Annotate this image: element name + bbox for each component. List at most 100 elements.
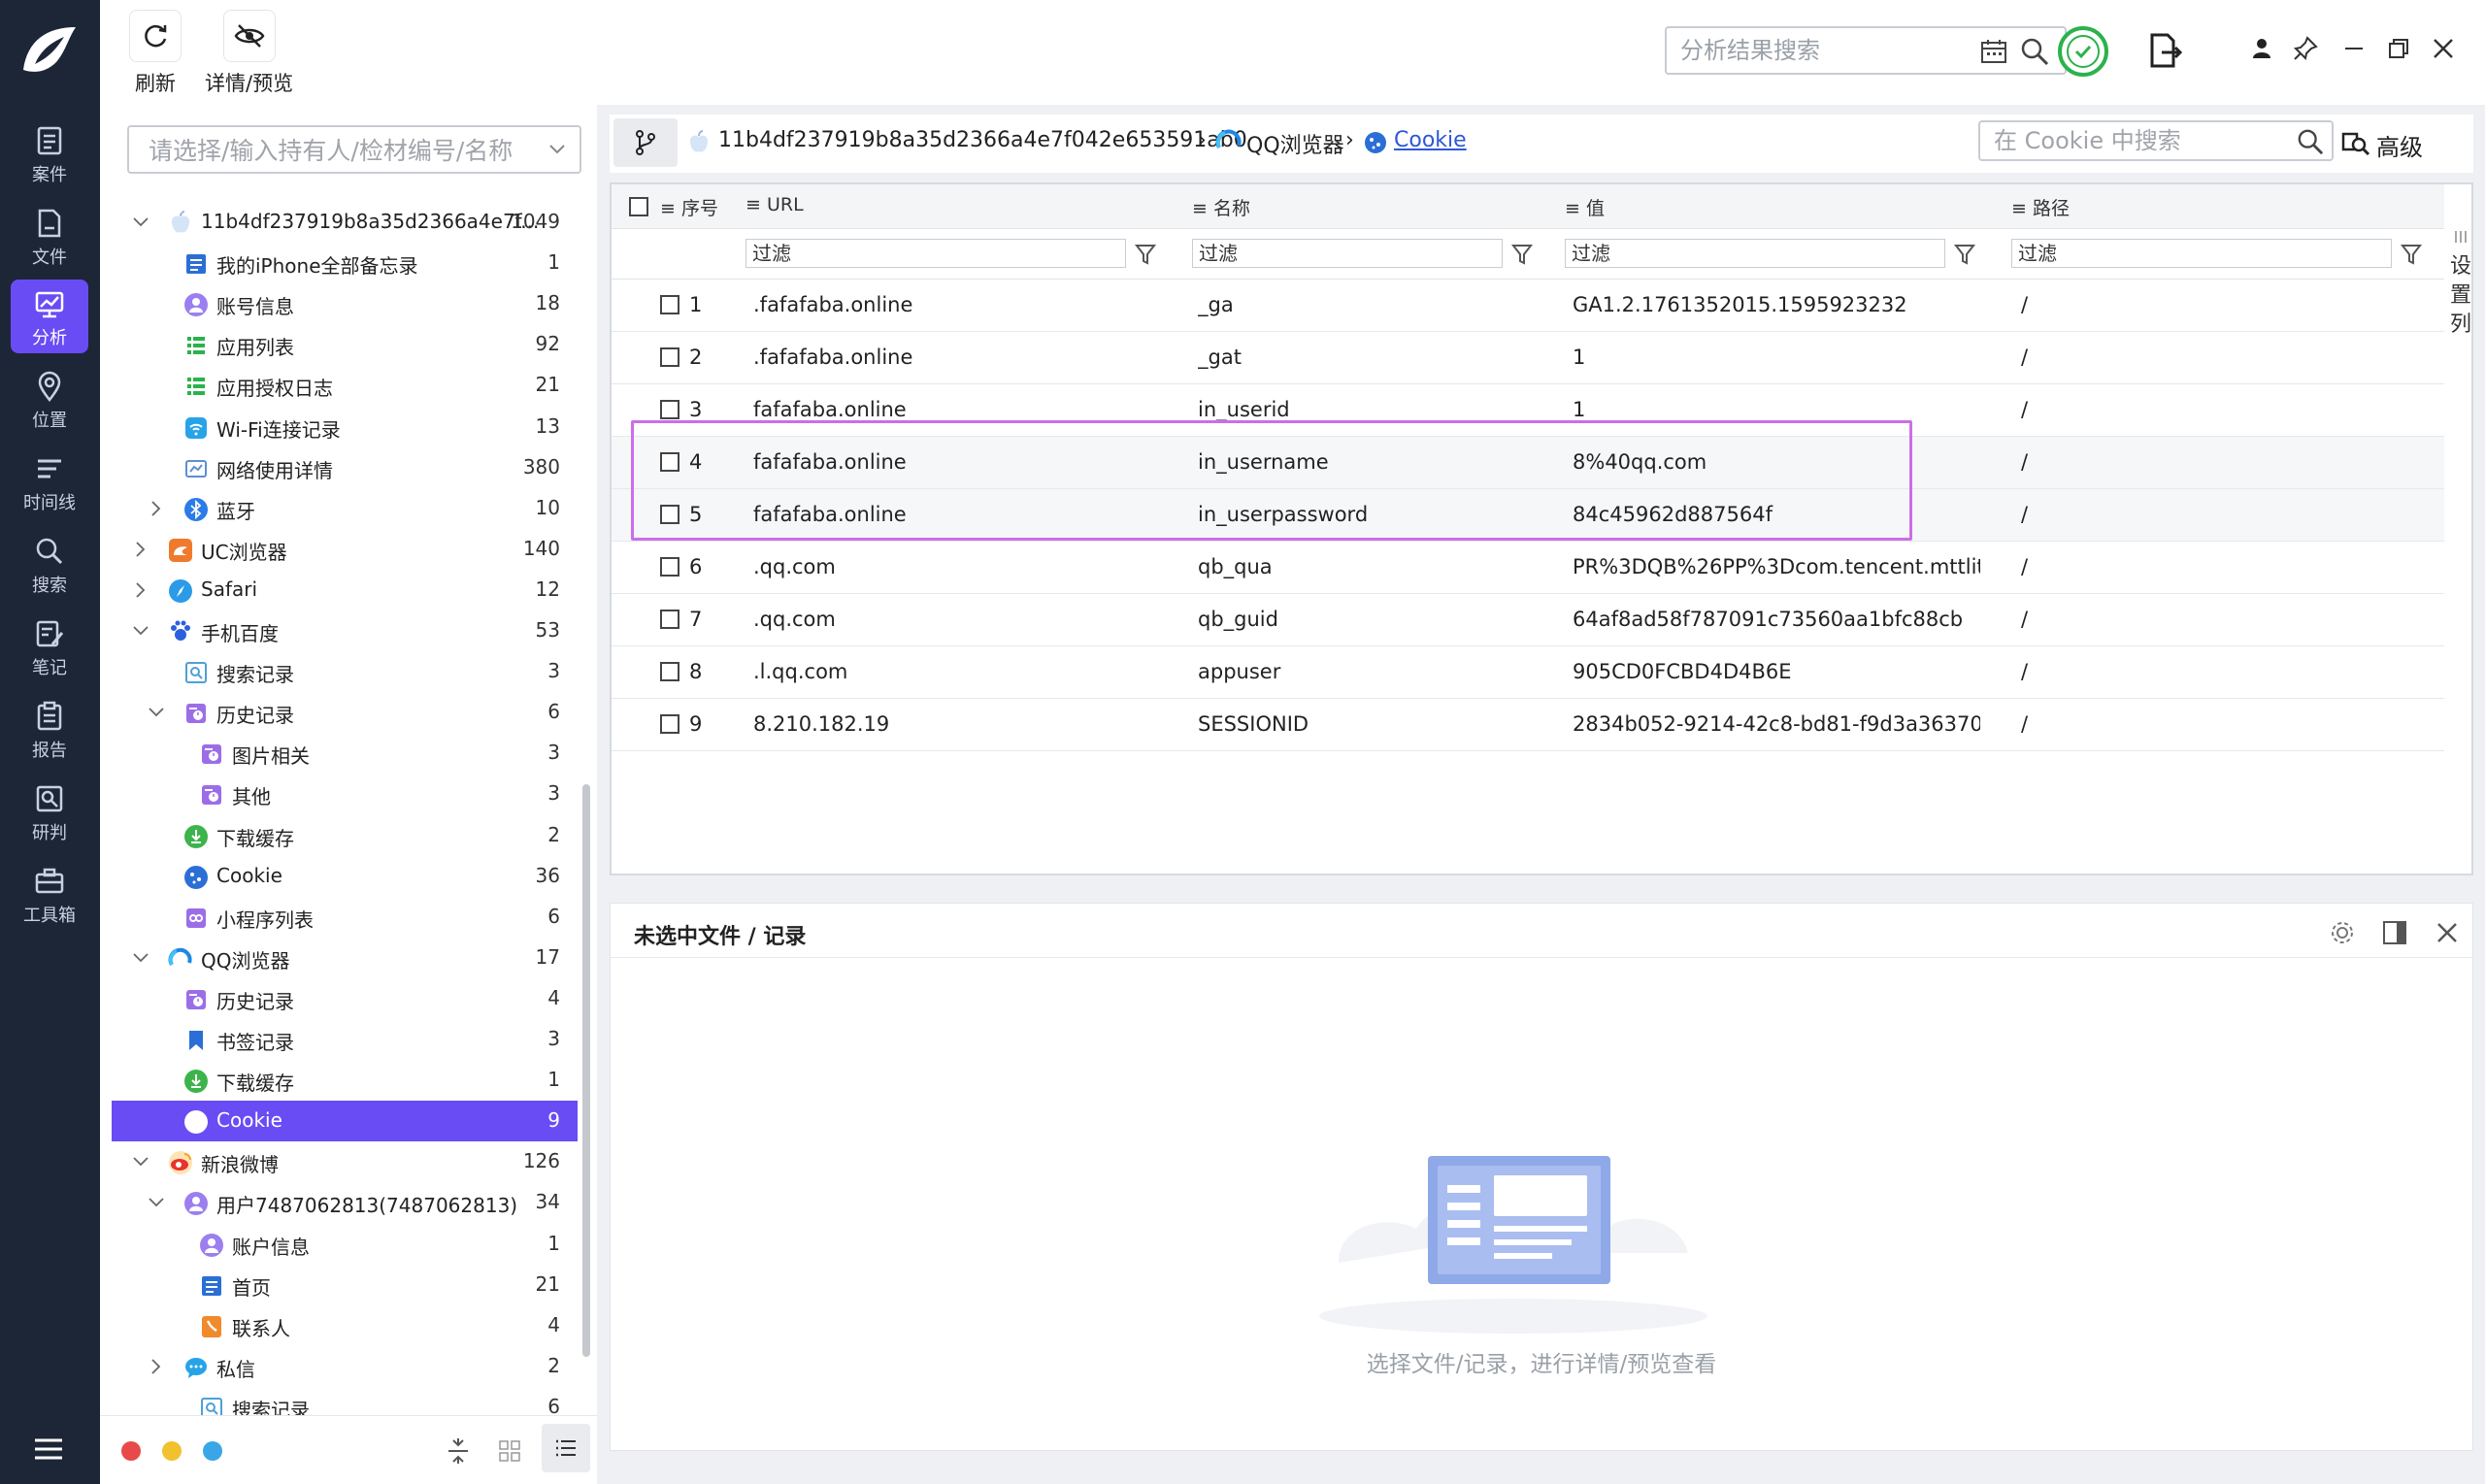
chevron-down-icon[interactable]: [131, 948, 150, 968]
nav-report[interactable]: 报告: [11, 692, 88, 766]
nav-location[interactable]: 位置: [11, 362, 88, 436]
value-filter-input[interactable]: [1566, 240, 1944, 267]
chevron-right-icon[interactable]: [147, 1357, 166, 1376]
tree-item-qq-history[interactable]: 历史记录 4: [112, 978, 578, 1019]
tree-item-memo[interactable]: 我的iPhone全部备忘录 1: [112, 243, 578, 283]
tree-item-wifi-record[interactable]: Wi-Fi连接记录 13: [112, 407, 578, 447]
nav-note[interactable]: 笔记: [11, 610, 88, 683]
preview-toggle-button[interactable]: 详情/预览: [205, 10, 293, 97]
tree-item-baidu-mini-programs[interactable]: 小程序列表 6: [112, 897, 578, 938]
red-dot[interactable]: [121, 1441, 141, 1461]
chevron-right-icon[interactable]: [147, 499, 166, 518]
tree-item-app-list[interactable]: 应用列表 92: [112, 324, 578, 365]
collapse-all-icon[interactable]: [446, 1437, 471, 1465]
breadcrumb-app[interactable]: QQ浏览器: [1246, 128, 1344, 159]
select-all-checkbox[interactable]: [629, 197, 648, 216]
tree-item-qq-cookie[interactable]: Cookie 9: [112, 1101, 578, 1142]
cookie-search-input[interactable]: [1994, 126, 2285, 155]
breadcrumb-current[interactable]: Cookie: [1394, 128, 1467, 152]
chevron-right-icon[interactable]: [131, 540, 150, 559]
shield-check-icon[interactable]: [2057, 25, 2109, 78]
gear-icon[interactable]: [2329, 919, 2356, 946]
column-name[interactable]: ≡ 名称: [1192, 194, 1250, 220]
restore-icon[interactable]: [2385, 35, 2412, 62]
grid-view-icon[interactable]: [498, 1439, 521, 1463]
refresh-button[interactable]: 刷新: [129, 10, 182, 97]
calendar-icon[interactable]: [1979, 38, 2008, 65]
path-filter-input[interactable]: [2012, 240, 2391, 267]
chevron-right-icon[interactable]: [131, 580, 150, 600]
yellow-dot[interactable]: [162, 1441, 182, 1461]
table-row[interactable]: 8 .l.qq.com appuser 905CD0FCBD4D4B6E /: [612, 646, 2444, 699]
column-path[interactable]: ≡ 路径: [2011, 194, 2070, 220]
tree-item-qq-browser[interactable]: QQ浏览器 17: [112, 938, 578, 978]
table-row[interactable]: 2 .fafafaba.online _gat 1 /: [612, 332, 2444, 384]
chevron-down-icon[interactable]: [147, 703, 166, 722]
table-row[interactable]: 7 .qq.com qb_guid 64af8ad58f787091c73560aa1…: [612, 594, 2444, 646]
minimize-icon[interactable]: [2340, 35, 2368, 62]
tree-item-app-auth-log[interactable]: 应用授权日志 21: [112, 365, 578, 406]
nav-toolbox[interactable]: 工具箱: [11, 857, 88, 931]
tree-item-device-root[interactable]: 11b4df237919b8a35d2366a4e7f... 1049: [112, 202, 578, 243]
split-panel-icon[interactable]: [2381, 919, 2408, 946]
nav-search[interactable]: 搜索: [11, 527, 88, 601]
tree-item-qq-bookmarks[interactable]: 书签记录 3: [112, 1019, 578, 1060]
filter-icon[interactable]: [1953, 243, 1976, 266]
table-row[interactable]: 9 8.210.182.19 SESSIONID 2834b052-9214-42c8…: [612, 699, 2444, 751]
export-icon[interactable]: [2148, 31, 2183, 70]
list-view-button[interactable]: [542, 1424, 590, 1472]
close-icon[interactable]: [2434, 919, 2461, 946]
evidence-select[interactable]: [127, 125, 581, 174]
chevron-down-icon[interactable]: [131, 621, 150, 641]
close-window-icon[interactable]: [2430, 35, 2457, 62]
row-checkbox[interactable]: [660, 347, 679, 367]
nav-judge[interactable]: 研判: [11, 775, 88, 848]
tree-item-weibo-user[interactable]: 用户7487062813(7487062813) 34: [112, 1182, 578, 1223]
tree-item-uc-browser[interactable]: UC浏览器 140: [112, 529, 578, 570]
tree-item-qq-download-cache[interactable]: 下载缓存 1: [112, 1060, 578, 1101]
tree-item-mobile-baidu[interactable]: 手机百度 53: [112, 610, 578, 651]
name-filter-input[interactable]: [1193, 240, 1502, 267]
tree-item-weibo-account-info[interactable]: 账户信息 1: [112, 1224, 578, 1265]
filter-icon[interactable]: [2400, 243, 2423, 266]
tree-item-account-info[interactable]: 账号信息 18: [112, 283, 578, 324]
name-filter[interactable]: [1192, 239, 1503, 268]
tree-item-safari[interactable]: Safari 12: [112, 570, 578, 610]
tree-item-baidu-download-cache[interactable]: 下载缓存 2: [112, 815, 578, 856]
nav-analysis[interactable]: 分析: [11, 280, 88, 353]
tree-item-bluetooth[interactable]: 蓝牙 10: [112, 488, 578, 529]
table-row[interactable]: 1 .fafafaba.online _ga GA1.2.1761352015.159…: [612, 280, 2444, 332]
breadcrumb-device[interactable]: 11b4df237919b8a35d2366a4e7f042e653591ab0: [718, 128, 1247, 152]
chevron-down-icon[interactable]: [131, 1152, 150, 1171]
value-filter[interactable]: [1565, 239, 1945, 268]
tree-item-baidu-history-other[interactable]: 其他 3: [112, 774, 578, 814]
row-checkbox[interactable]: [660, 295, 679, 314]
column-value[interactable]: ≡ 值: [1565, 194, 1605, 220]
path-filter[interactable]: [2011, 239, 2392, 268]
tree-item-weibo-contacts[interactable]: 联系人 4: [112, 1305, 578, 1346]
filter-icon[interactable]: [1510, 243, 1534, 266]
row-checkbox[interactable]: [660, 557, 679, 577]
chevron-down-icon[interactable]: [147, 1193, 166, 1212]
row-checkbox[interactable]: [660, 662, 679, 681]
search-icon[interactable]: [2020, 37, 2049, 66]
tree-scrollbar[interactable]: [582, 784, 590, 1357]
chevron-down-icon[interactable]: [131, 213, 150, 232]
search-icon[interactable]: [2297, 128, 2324, 155]
row-checkbox[interactable]: [660, 714, 679, 734]
advanced-search-button[interactable]: 高级: [2341, 128, 2423, 162]
user-icon[interactable]: [2248, 35, 2275, 62]
column-url[interactable]: ≡ URL: [746, 194, 804, 215]
blue-dot[interactable]: [203, 1441, 222, 1461]
column-settings-button[interactable]: 设 置 列: [2449, 223, 2472, 340]
analysis-search-input[interactable]: [1680, 36, 1971, 65]
url-filter[interactable]: [746, 239, 1126, 268]
tree-item-network-usage[interactable]: 网络使用详情 380: [112, 447, 578, 488]
evidence-select-input[interactable]: [149, 136, 537, 165]
nav-timeline[interactable]: 时间线: [11, 445, 88, 518]
url-filter-input[interactable]: [746, 240, 1125, 267]
tree-item-sina-weibo[interactable]: 新浪微博 126: [112, 1141, 578, 1182]
nav-case[interactable]: 案件: [11, 116, 88, 190]
row-checkbox[interactable]: [660, 610, 679, 629]
tree-item-baidu-search-record[interactable]: 搜索记录 3: [112, 651, 578, 692]
